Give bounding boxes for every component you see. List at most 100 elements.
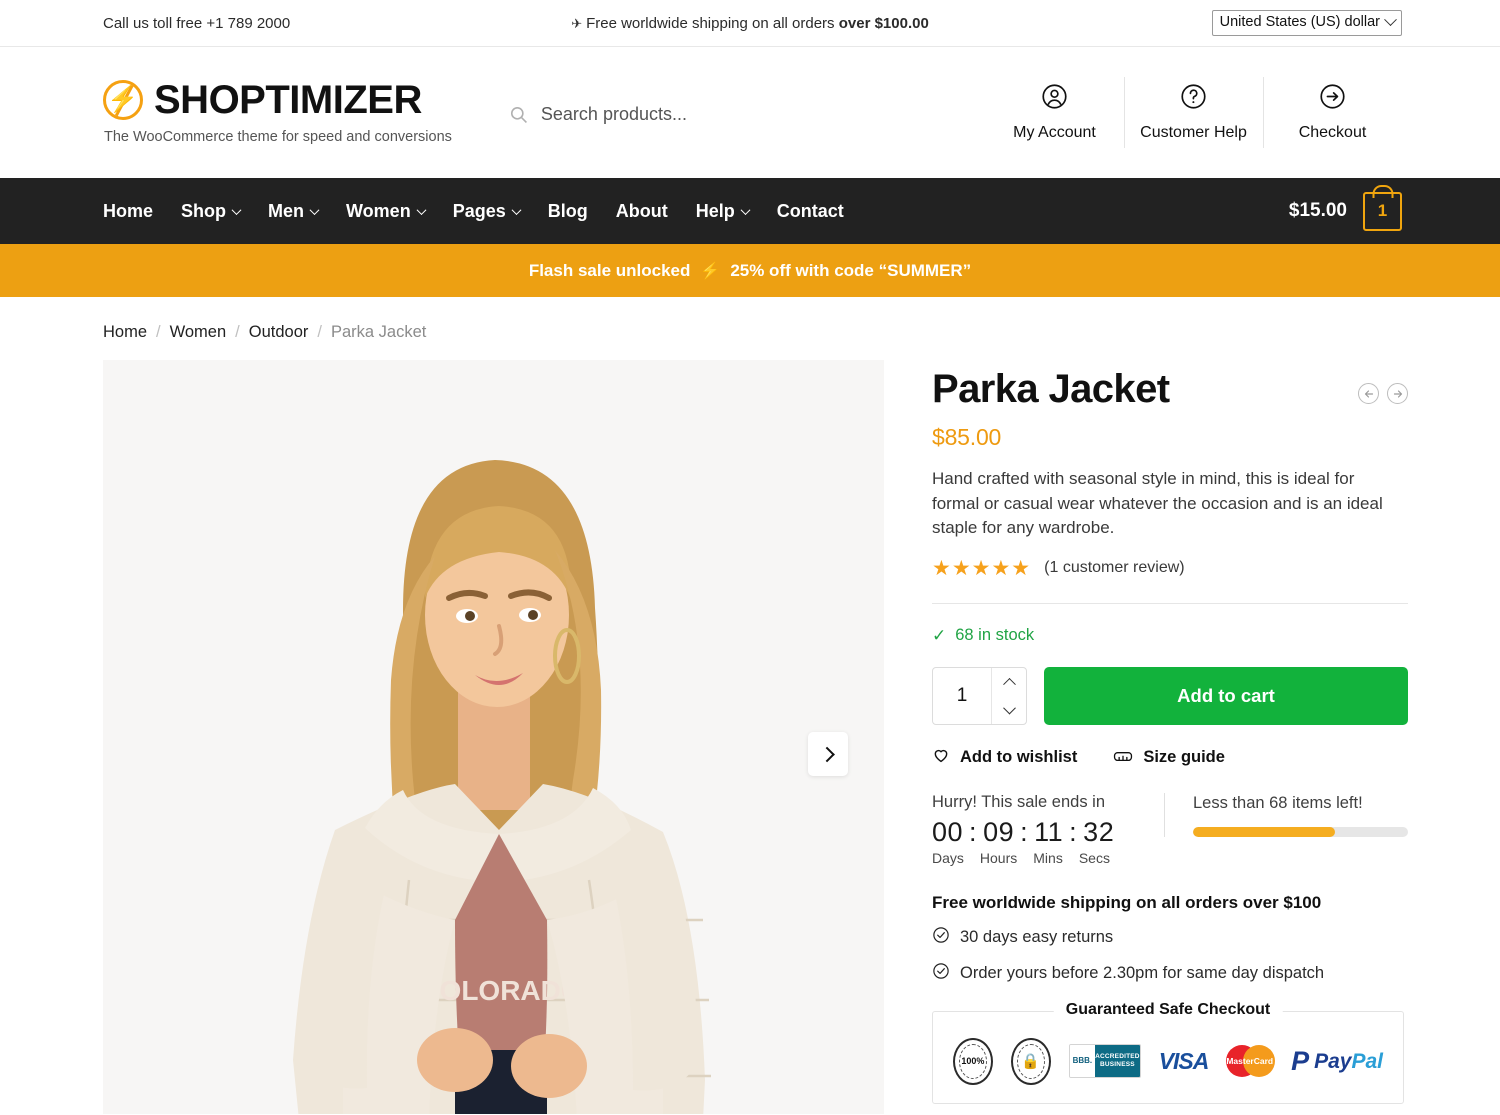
- breadcrumb-current: Parka Jacket: [330, 323, 427, 341]
- chevron-down-icon: [309, 204, 320, 215]
- nav-label: Pages: [452, 200, 506, 221]
- countdown-label-mins: Mins: [1033, 849, 1063, 866]
- stock-progress-bar: [1193, 826, 1408, 837]
- chevron-down-icon: [231, 204, 242, 215]
- flash-sale-banner[interactable]: Flash sale unlocked ⚡ 25% off with code …: [0, 244, 1500, 297]
- customer-help-button[interactable]: Customer Help: [1124, 77, 1263, 148]
- brand-name: SHOPTIMIZER: [154, 78, 422, 122]
- nav-item-men[interactable]: Men: [268, 201, 320, 222]
- secure-ordering-seal-icon: 🔒: [1010, 1037, 1051, 1085]
- search-input[interactable]: Search products...: [509, 104, 985, 125]
- star-rating-icon: ★★★★★: [932, 556, 1032, 580]
- free-shipping-note: Free worldwide shipping on all orders ov…: [932, 892, 1322, 912]
- size-guide-label: Size guide: [1143, 747, 1225, 766]
- check-circle-icon: [932, 962, 950, 985]
- nav-item-shop[interactable]: Shop: [181, 201, 242, 222]
- gallery-next-button[interactable]: [808, 732, 848, 776]
- seal-lock-icon: 🔒: [1021, 1053, 1041, 1071]
- quantity-value[interactable]: 1: [933, 668, 991, 724]
- nav-item-contact[interactable]: Contact: [777, 201, 844, 222]
- svg-text:COLORADO: COLORADO: [419, 975, 582, 1006]
- product-page: Call us toll free +1 789 2000 ✈ Free worl…: [0, 0, 1500, 1115]
- product-gallery[interactable]: COLORADO: [103, 360, 884, 1114]
- question-circle-icon: [1180, 83, 1207, 115]
- nav-item-pages[interactable]: Pages: [452, 200, 522, 222]
- size-guide-button[interactable]: Size guide: [1113, 746, 1225, 769]
- nav-item-home[interactable]: Home: [103, 201, 153, 222]
- breadcrumb-item-women[interactable]: Women: [170, 323, 227, 342]
- nav-item-help[interactable]: Help: [696, 201, 751, 222]
- countdown-labels: Days Hours Mins Secs: [932, 850, 1164, 866]
- countdown-days: 00: [932, 816, 964, 847]
- chevron-down-icon: [416, 204, 427, 215]
- status-badge: ✓ 68 in stock: [932, 626, 1408, 646]
- checkout-label: Checkout: [1298, 124, 1367, 141]
- quantity-increase-button[interactable]: [992, 668, 1026, 696]
- search-icon: [509, 105, 528, 124]
- chevron-down-icon: [740, 204, 751, 215]
- add-to-wishlist-button[interactable]: Add to wishlist: [932, 746, 1077, 769]
- quantity-stepper[interactable]: 1: [932, 666, 1027, 725]
- chevron-down-icon: [1002, 702, 1016, 715]
- next-product-button[interactable]: [1387, 383, 1408, 404]
- page-title: Parka Jacket: [932, 367, 1170, 411]
- user-circle-icon: [1041, 83, 1068, 115]
- stock-progress-title: Less than 68 items left!: [1193, 793, 1363, 812]
- benefit-dispatch: Order yours before 2.30pm for same day d…: [932, 962, 1408, 985]
- nav-label: Contact: [776, 200, 844, 221]
- cart-button[interactable]: $15.00 1: [1289, 191, 1402, 231]
- countdown-secs: 32: [1083, 816, 1115, 847]
- my-account-button[interactable]: My Account: [985, 83, 1124, 142]
- customer-help-label: Customer Help: [1140, 124, 1247, 141]
- benefit-returns: 30 days easy returns: [932, 926, 1408, 949]
- quantity-decrease-button[interactable]: [992, 696, 1026, 724]
- breadcrumb-item-home[interactable]: Home: [103, 323, 147, 342]
- paypal-p-mark: P: [1291, 1045, 1310, 1076]
- nav-item-blog[interactable]: Blog: [548, 201, 588, 222]
- product-rating: ★★★★★ (1 customer review): [932, 558, 1408, 579]
- breadcrumb-separator: /: [317, 323, 322, 341]
- product-summary: Parka Jacket $85.00 Hand crafted with se…: [932, 360, 1408, 1114]
- breadcrumb-separator: /: [235, 323, 240, 341]
- cart-count-badge: 1: [1377, 201, 1388, 220]
- nav-item-women[interactable]: Women: [346, 201, 427, 222]
- countdown-block: Hurry! This sale ends in 00 : 09 : 11 : …: [932, 793, 1164, 866]
- countdown-separator: :: [1020, 816, 1029, 847]
- flash-sale-text-before: Flash sale unlocked: [528, 260, 691, 280]
- currency-label: United States (US) dollar: [1219, 13, 1380, 30]
- main-navigation: Home Shop Men Women Pages Blog About Hel…: [0, 178, 1500, 244]
- chevron-down-icon: [511, 204, 522, 215]
- check-icon: ✓: [932, 625, 947, 645]
- arrow-right-circle-icon: [1319, 83, 1346, 115]
- countdown-title: Hurry! This sale ends in: [932, 792, 1106, 811]
- paypal-pal-label: Pal: [1351, 1049, 1383, 1073]
- bbb-mark: BBB.: [1069, 1045, 1096, 1078]
- review-count-link[interactable]: (1 customer review): [1044, 559, 1184, 577]
- satisfaction-guaranteed-seal-icon: 100%: [953, 1037, 993, 1085]
- bbb-business-label: BUSINESS: [1099, 1061, 1135, 1069]
- breadcrumb-item-outdoor[interactable]: Outdoor: [249, 323, 309, 342]
- benefit-label: Order yours before 2.30pm for same day d…: [960, 963, 1325, 982]
- chevron-down-icon: [1384, 13, 1397, 27]
- brand-tagline: The WooCommerce theme for speed and conv…: [104, 129, 452, 145]
- brand-logo-block[interactable]: ⚡ SHOPTIMIZER The WooCommerce theme for …: [103, 80, 452, 145]
- product-description: Hand crafted with seasonal style in mind…: [932, 469, 1383, 538]
- promo-row: Hurry! This sale ends in 00 : 09 : 11 : …: [932, 792, 1408, 866]
- countdown-hours: 09: [983, 816, 1015, 847]
- breadcrumb-separator: /: [156, 323, 161, 341]
- secondary-actions: Add to wishlist Size guide: [932, 746, 1408, 769]
- stock-status-label: 68 in stock: [955, 626, 1035, 645]
- chevron-up-icon: [1002, 678, 1016, 692]
- checkout-button[interactable]: Checkout: [1263, 77, 1402, 148]
- header-actions: My Account Customer Help Checkout: [985, 77, 1402, 148]
- countdown-label-days: Days: [932, 849, 964, 866]
- search-placeholder: Search products...: [540, 104, 687, 124]
- countdown-mins: 11: [1034, 816, 1064, 847]
- currency-switcher[interactable]: United States (US) dollar: [1211, 9, 1402, 37]
- nav-item-about[interactable]: About: [616, 201, 668, 222]
- guaranteed-safe-checkout-box: Guaranteed Safe Checkout 100% 🔒 BBB. ACC…: [932, 1000, 1404, 1104]
- previous-product-button[interactable]: [1358, 383, 1379, 404]
- countdown-separator: :: [969, 816, 978, 847]
- add-to-cart-button[interactable]: Add to cart: [1044, 666, 1408, 725]
- benefit-label: 30 days easy returns: [960, 927, 1114, 946]
